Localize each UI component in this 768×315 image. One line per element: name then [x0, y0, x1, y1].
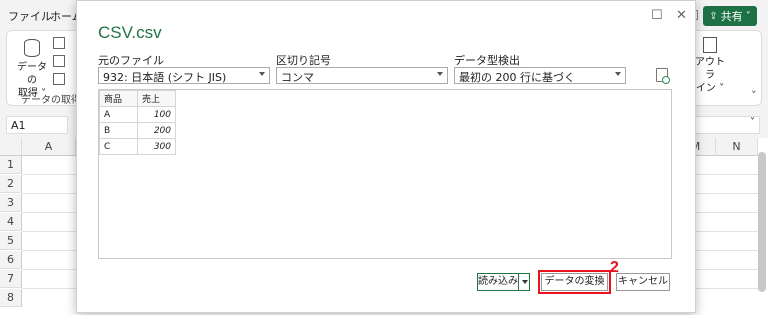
maximize-icon[interactable]: ☐: [651, 8, 663, 23]
table-cell: 300: [137, 138, 176, 155]
row-header[interactable]: 6: [0, 251, 22, 269]
chevron-down-icon: [437, 72, 443, 76]
column-header-a[interactable]: A: [22, 138, 76, 156]
dialog-title: CSV.csv: [98, 23, 162, 42]
chevron-down-icon: ˅: [745, 10, 751, 22]
database-icon: [24, 39, 40, 57]
get-data-label-1: データの: [17, 62, 47, 86]
select-all-corner[interactable]: [0, 138, 22, 156]
data-type-detection-value: 最初の 200 行に基づく: [459, 71, 575, 84]
refresh-preview-icon[interactable]: [656, 68, 670, 84]
share-button[interactable]: ⇪ 共有 ˅: [703, 6, 757, 26]
data-preview-pane: 商品 売上 A 100 B 200 C 300: [98, 89, 672, 259]
row-header[interactable]: 7: [0, 270, 22, 288]
transform-data-button[interactable]: データの変換: [538, 270, 611, 294]
chevron-down-icon: [615, 72, 621, 76]
from-table-icon[interactable]: [53, 73, 65, 85]
column-header-n[interactable]: N: [716, 138, 758, 156]
row-header[interactable]: 8: [0, 289, 22, 307]
chevron-down-icon: [522, 280, 528, 284]
row-header[interactable]: 3: [0, 194, 22, 212]
outline-icon: [703, 37, 717, 53]
table-row: B 200: [99, 122, 176, 139]
data-type-detection-select[interactable]: 最初の 200 行に基づく: [454, 67, 626, 84]
row-header[interactable]: 1: [0, 156, 22, 174]
file-origin-select[interactable]: 932: 日本語 (シフト JIS): [98, 67, 270, 84]
delimiter-label: 区切り記号: [276, 54, 331, 67]
table-header-row: 商品 売上: [99, 90, 176, 107]
share-label: 共有: [720, 10, 743, 23]
outline-label-2: イン ˅: [695, 83, 725, 94]
share-icon: ⇪: [709, 10, 718, 22]
row-header[interactable]: 5: [0, 232, 22, 250]
outline-label-1: アウトラ: [695, 57, 725, 81]
table-cell: C: [99, 138, 138, 155]
column-header: 売上: [137, 90, 176, 107]
load-options-dropdown[interactable]: [518, 273, 530, 291]
table-cell: 100: [137, 106, 176, 123]
column-header: 商品: [99, 90, 138, 107]
close-icon[interactable]: ✕: [676, 8, 687, 23]
table-cell: A: [99, 106, 138, 123]
delimiter-select[interactable]: コンマ: [276, 67, 448, 84]
formula-expand-icon[interactable]: ˅: [690, 116, 760, 134]
table-cell: B: [99, 122, 138, 139]
table-row: C 300: [99, 138, 176, 155]
table-cell: 200: [137, 122, 176, 139]
cancel-button[interactable]: キャンセル: [616, 273, 670, 291]
tab-file[interactable]: ファイル: [8, 8, 52, 24]
preview-table: 商品 売上 A 100 B 200 C 300: [99, 90, 176, 155]
load-button[interactable]: 読み込み: [477, 273, 519, 291]
file-origin-label: 元のファイル: [98, 54, 164, 67]
outline-button[interactable]: アウトラ イン ˅: [693, 37, 727, 95]
ribbon-collapse-icon[interactable]: ˅: [751, 89, 757, 102]
name-box[interactable]: A1: [6, 116, 68, 134]
vertical-scrollbar[interactable]: [758, 152, 766, 292]
row-header[interactable]: 2: [0, 175, 22, 193]
from-text-icon[interactable]: [53, 37, 65, 49]
file-origin-value: 932: 日本語 (シフト JIS): [103, 71, 227, 84]
chevron-down-icon: [259, 72, 265, 76]
table-row: A 100: [99, 106, 176, 123]
csv-import-dialog: ☐ ✕ CSV.csv 元のファイル 932: 日本語 (シフト JIS) 区切…: [76, 0, 696, 313]
from-web-icon[interactable]: [53, 55, 65, 67]
row-header[interactable]: 4: [0, 213, 22, 231]
data-type-detection-label: データ型検出: [454, 54, 520, 67]
delimiter-value: コンマ: [281, 71, 314, 84]
